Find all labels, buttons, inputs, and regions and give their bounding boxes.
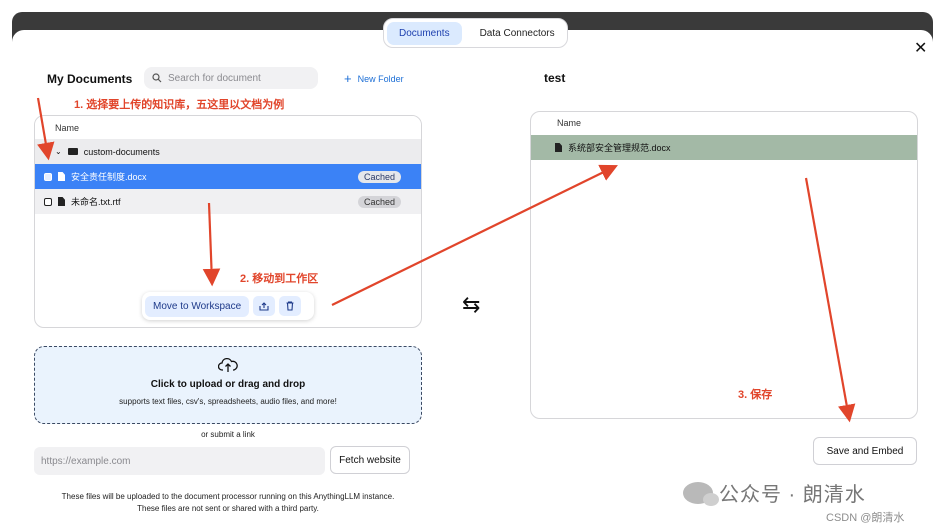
selection-action-bar: Move to Workspace: [142, 292, 314, 320]
file-row[interactable]: 安全责任制度.docx Cached: [35, 164, 421, 189]
url-input[interactable]: https://example.com: [34, 447, 325, 475]
close-icon[interactable]: ✕: [914, 38, 927, 58]
file-row[interactable]: 未命名.txt.rtf Cached: [35, 189, 421, 214]
chevron-down-icon[interactable]: ⌄: [55, 147, 62, 156]
upload-to-workspace-icon: [259, 302, 269, 311]
csdn-watermark: CSDN @朗清水: [826, 512, 905, 524]
file-icon: [555, 143, 562, 152]
trash-icon: [286, 301, 294, 311]
upload-to-workspace-button[interactable]: [253, 296, 276, 316]
cached-badge: Cached: [357, 170, 401, 183]
tab-documents[interactable]: Documents: [387, 21, 462, 45]
file-name: 安全责任制度.docx: [71, 172, 147, 182]
delete-button[interactable]: [279, 296, 302, 316]
file-name: 系统部安全管理规范.docx: [568, 143, 671, 153]
annotation-step-2: 2. 移动到工作区: [240, 273, 319, 285]
submit-link-label: or submit a link: [201, 430, 255, 439]
file-checkbox[interactable]: [44, 197, 52, 206]
new-folder-button[interactable]: + New Folder: [344, 71, 404, 86]
annotation-step-3: 3. 保存: [738, 389, 773, 401]
upload-cloud-icon: [35, 357, 421, 373]
file-icon: [58, 197, 65, 206]
move-to-workspace-button[interactable]: Move to Workspace: [145, 295, 250, 317]
folder-name: custom-documents: [83, 146, 160, 157]
watermark: 公众号 · 朗清水: [683, 478, 866, 507]
modal-tabs: Documents Data Connectors: [383, 18, 568, 48]
cached-badge: Cached: [357, 195, 401, 208]
file-name: 未命名.txt.rtf: [71, 197, 121, 207]
fetch-website-button[interactable]: Fetch website: [330, 446, 410, 474]
column-header-name: Name: [35, 116, 421, 140]
upload-subtitle: supports text files, csv's, spreadsheets…: [119, 397, 337, 406]
annotation-step-1: 1. 选择要上传的知识库，五这里以文档为例: [74, 99, 285, 111]
column-header-name: Name: [557, 118, 582, 128]
upload-title: Click to upload or drag and drop: [150, 379, 306, 390]
folder-icon: [67, 148, 78, 155]
search-placeholder: Search for document: [168, 72, 261, 84]
workspace-documents-panel: Name 系统部安全管理规范.docx: [530, 111, 918, 419]
new-folder-label: New Folder: [357, 73, 404, 84]
upload-dropzone[interactable]: Click to upload or drag and drop support…: [34, 346, 422, 424]
watermark-text: 公众号 · 朗清水: [719, 484, 866, 506]
swap-icon: ⇆: [462, 292, 481, 317]
search-icon: [152, 73, 162, 83]
folder-row[interactable]: ⌄ custom-documents: [35, 139, 421, 164]
file-icon: [58, 172, 65, 181]
workspace-file-row[interactable]: 系统部安全管理规范.docx: [531, 135, 917, 160]
workspace-title: test: [544, 71, 566, 85]
my-documents-title: My Documents: [47, 72, 133, 86]
plus-icon: +: [344, 71, 352, 86]
save-and-embed-button[interactable]: Save and Embed: [813, 437, 917, 465]
tab-data-connectors[interactable]: Data Connectors: [468, 22, 567, 45]
file-checkbox[interactable]: [44, 172, 52, 181]
wechat-logo-icon: [683, 481, 719, 506]
search-input[interactable]: Search for document: [144, 67, 318, 89]
upload-disclaimer: These files will be uploaded to the docu…: [30, 491, 426, 515]
disclaimer-line-1: These files will be uploaded to the docu…: [61, 492, 395, 501]
disclaimer-line-2: These files are not sent or shared with …: [137, 504, 319, 513]
